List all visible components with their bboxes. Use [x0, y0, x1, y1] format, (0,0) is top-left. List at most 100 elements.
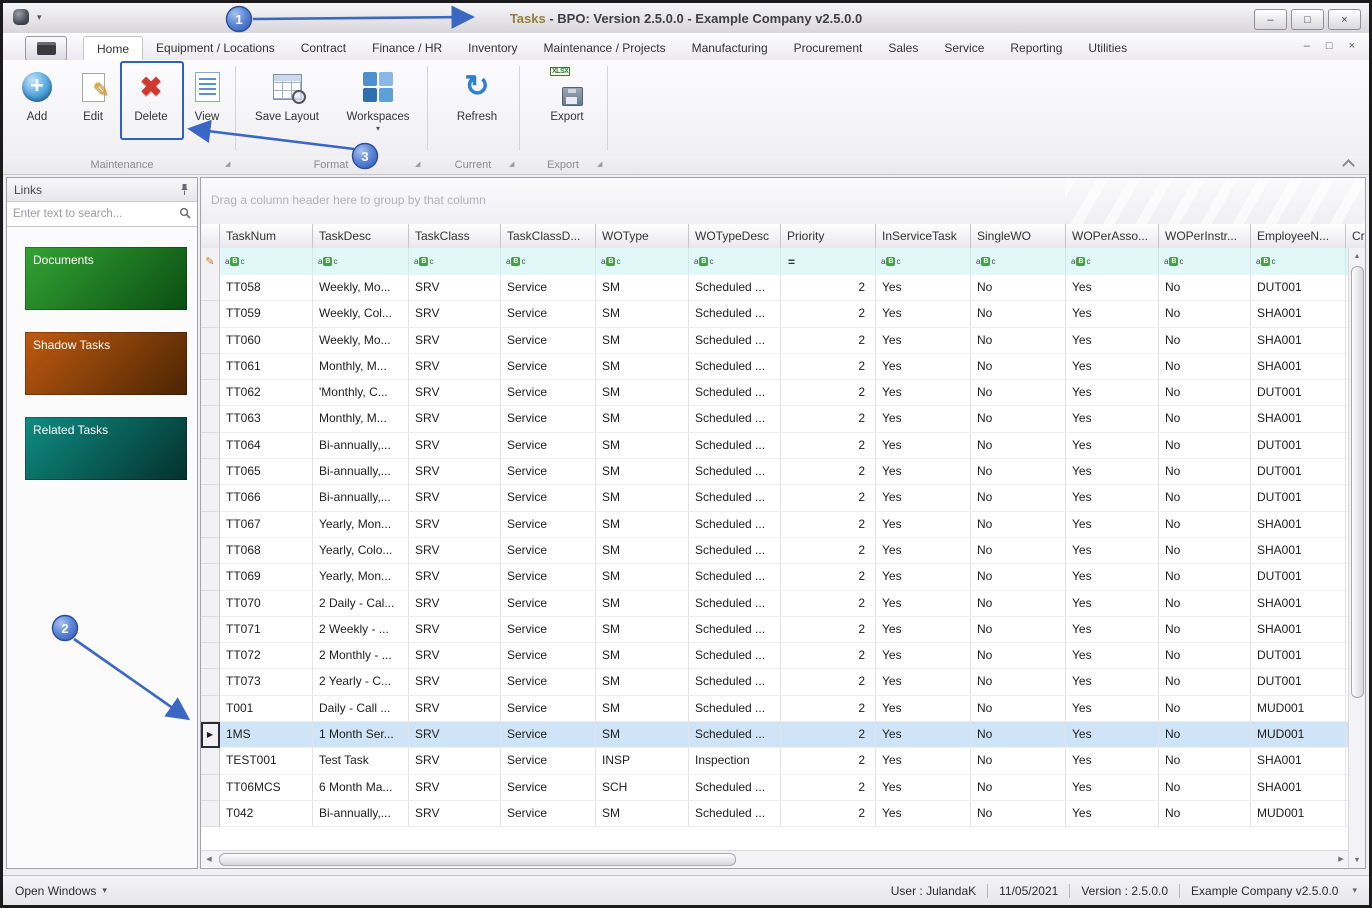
- filter-cell-taskdesc[interactable]: aBc: [313, 248, 409, 275]
- cell[interactable]: No: [971, 537, 1066, 565]
- ribbon-minimize-icon[interactable]: –: [1304, 40, 1310, 52]
- row-indicator[interactable]: [201, 695, 220, 723]
- scroll-down-icon[interactable]: ▼: [1349, 852, 1365, 868]
- cell[interactable]: Service: [501, 353, 596, 381]
- cell[interactable]: TT060: [220, 327, 313, 354]
- cell[interactable]: Bi-annually,...: [313, 800, 409, 828]
- cell[interactable]: SRV: [409, 275, 501, 302]
- cell[interactable]: Yes: [1066, 800, 1159, 828]
- cell[interactable]: Service: [501, 695, 596, 723]
- filter-cell-woperasso[interactable]: aBc: [1066, 248, 1159, 275]
- cell[interactable]: TT058: [220, 275, 313, 302]
- cell[interactable]: Yes: [876, 511, 971, 538]
- cell[interactable]: SRV: [409, 537, 501, 565]
- cell[interactable]: TT062: [220, 380, 313, 407]
- cell[interactable]: SRV: [409, 301, 501, 328]
- cell[interactable]: Service: [501, 537, 596, 565]
- cell[interactable]: SCH: [596, 774, 689, 801]
- cell[interactable]: SM: [596, 327, 689, 354]
- cell[interactable]: SRV: [409, 590, 501, 617]
- collapse-ribbon-icon[interactable]: [1342, 159, 1355, 172]
- cell[interactable]: SM: [596, 616, 689, 644]
- cell[interactable]: Inspection: [689, 748, 781, 775]
- cell[interactable]: Service: [501, 327, 596, 354]
- table-row[interactable]: TT070 2 Daily - Cal... SRV Service SM Schedul…: [201, 590, 1351, 617]
- table-row[interactable]: TT071 2 Weekly - ... SRV Service SM Scheduled…: [201, 616, 1351, 644]
- cell[interactable]: DUT001: [1251, 380, 1346, 407]
- cell[interactable]: Yearly, Mon...: [313, 564, 409, 591]
- cell[interactable]: Service: [501, 459, 596, 486]
- cell[interactable]: 2: [781, 669, 876, 696]
- cell[interactable]: No: [971, 459, 1066, 486]
- cell[interactable]: Service: [501, 511, 596, 538]
- application-button[interactable]: [25, 36, 67, 61]
- export-button[interactable]: XLSX Export: [533, 64, 601, 152]
- cell[interactable]: TT064: [220, 432, 313, 460]
- cell[interactable]: Scheduled ...: [689, 327, 781, 354]
- cell[interactable]: Yes: [1066, 432, 1159, 460]
- table-row[interactable]: TT073 2 Yearly - C... SRV Service SM Schedule…: [201, 669, 1351, 696]
- cell[interactable]: SHA001: [1251, 301, 1346, 328]
- cell[interactable]: Yes: [876, 616, 971, 644]
- cell[interactable]: Service: [501, 380, 596, 407]
- save-layout-button[interactable]: Save Layout: [245, 64, 329, 152]
- cell[interactable]: Service: [501, 669, 596, 696]
- cell[interactable]: Yes: [876, 537, 971, 565]
- cell[interactable]: 2: [781, 616, 876, 644]
- cell[interactable]: No: [971, 327, 1066, 354]
- cell[interactable]: 1MS: [220, 722, 313, 749]
- cell[interactable]: Yes: [876, 459, 971, 486]
- cell[interactable]: SRV: [409, 432, 501, 460]
- cell[interactable]: 2: [781, 748, 876, 775]
- cell[interactable]: SRV: [409, 353, 501, 381]
- cell[interactable]: TT069: [220, 564, 313, 591]
- row-indicator[interactable]: [201, 800, 220, 828]
- cell[interactable]: Yes: [1066, 669, 1159, 696]
- maximize-button[interactable]: □: [1291, 9, 1324, 30]
- abc-filter-icon[interactable]: aBc: [225, 257, 244, 266]
- cell[interactable]: No: [971, 590, 1066, 617]
- cell[interactable]: Yes: [1066, 695, 1159, 723]
- cell[interactable]: DUT001: [1251, 459, 1346, 486]
- row-indicator[interactable]: [201, 511, 220, 538]
- cell[interactable]: DUT001: [1251, 432, 1346, 460]
- cell[interactable]: Yes: [1066, 459, 1159, 486]
- cell[interactable]: SM: [596, 722, 689, 749]
- cell[interactable]: 6 Month Ma...: [313, 774, 409, 801]
- table-row[interactable]: TEST001 Test Task SRV Service INSP Inspection…: [201, 748, 1351, 775]
- cell[interactable]: Yes: [876, 485, 971, 512]
- cell[interactable]: Scheduled ...: [689, 380, 781, 407]
- cell[interactable]: Scheduled ...: [689, 669, 781, 696]
- cell[interactable]: TT068: [220, 537, 313, 565]
- row-indicator[interactable]: [201, 748, 220, 775]
- row-indicator[interactable]: [201, 301, 220, 328]
- table-row[interactable]: TT068 Yearly, Colo... SRV Service SM Schedule…: [201, 537, 1351, 565]
- abc-filter-icon[interactable]: aBc: [601, 257, 620, 266]
- filter-cell-tasknum[interactable]: aBc: [220, 248, 313, 275]
- table-row[interactable]: TT058 Weekly, Mo... SRV Service SM Scheduled …: [201, 275, 1351, 302]
- cell[interactable]: Yes: [876, 327, 971, 354]
- row-indicator[interactable]: [201, 643, 220, 670]
- cell[interactable]: No: [1159, 380, 1251, 407]
- column-header-tasknum[interactable]: TaskNum: [220, 224, 313, 248]
- cell[interactable]: SRV: [409, 485, 501, 512]
- table-row[interactable]: TT061 Monthly, M... SRV Service SM Scheduled …: [201, 353, 1351, 381]
- dialog-launcher-icon[interactable]: ◢: [509, 160, 514, 168]
- cell[interactable]: No: [1159, 616, 1251, 644]
- cell[interactable]: Yes: [1066, 616, 1159, 644]
- column-header-employeen[interactable]: EmployeeN...: [1251, 224, 1346, 248]
- cell[interactable]: SM: [596, 590, 689, 617]
- cell[interactable]: Scheduled ...: [689, 590, 781, 617]
- filter-cell-taskclassd[interactable]: aBc: [501, 248, 596, 275]
- cell[interactable]: SM: [596, 564, 689, 591]
- abc-filter-icon[interactable]: aBc: [694, 257, 713, 266]
- sidebar-tile-related-tasks[interactable]: Related Tasks: [25, 417, 187, 480]
- cell[interactable]: No: [971, 301, 1066, 328]
- cell[interactable]: DUT001: [1251, 643, 1346, 670]
- cell[interactable]: 2: [781, 643, 876, 670]
- cell[interactable]: No: [971, 564, 1066, 591]
- cell[interactable]: MUD001: [1251, 695, 1346, 723]
- tab-maintenance-projects[interactable]: Maintenance / Projects: [531, 36, 679, 60]
- cell[interactable]: 2: [781, 275, 876, 302]
- column-header-singlewo[interactable]: SingleWO: [971, 224, 1066, 248]
